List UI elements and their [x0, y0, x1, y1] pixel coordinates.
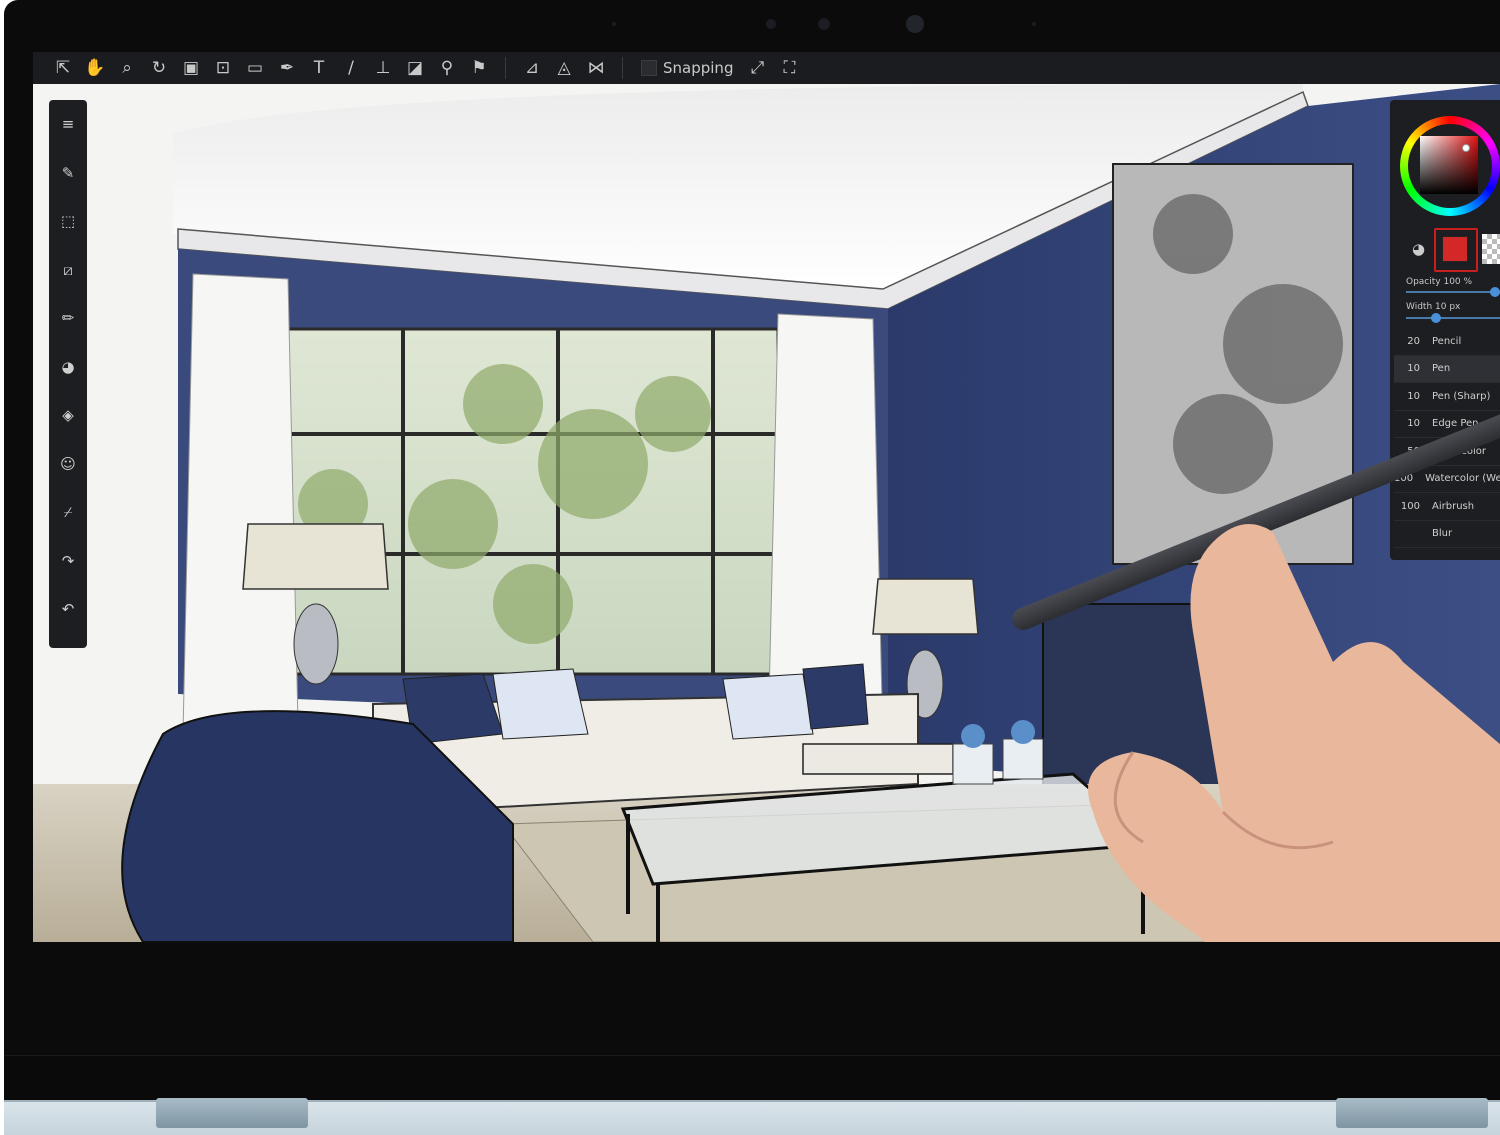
- brush-panel: ◕ Opacity 100 % Width 10 px 20 Pencil 10 Pe…: [1390, 100, 1500, 560]
- brush-size: 100: [1400, 500, 1420, 512]
- brush-name: Pen (Sharp): [1432, 390, 1491, 402]
- snap-mode-icon[interactable]: ⤢: [745, 56, 769, 80]
- opacity-slider-knob[interactable]: [1490, 287, 1500, 297]
- drawing-hand: [1088, 524, 1500, 942]
- pin-tool-icon[interactable]: ⚑: [467, 56, 491, 80]
- brush-icon[interactable]: ✏: [54, 304, 82, 332]
- primary-color-swatch[interactable]: [1442, 236, 1468, 262]
- undo-icon[interactable]: ↶: [54, 595, 82, 623]
- snap-settings-icon[interactable]: ⛶: [777, 56, 801, 80]
- sensor-dot: [818, 18, 830, 30]
- camera-row: [4, 0, 1500, 50]
- brush-name: Pencil: [1432, 335, 1462, 347]
- width-slider[interactable]: [1406, 313, 1500, 323]
- eyedropper-icon[interactable]: ⌿: [54, 498, 82, 526]
- screen: ⇱ ✋ ⌕ ↻ ▣ ⊡ ▭ ✒ T ∕ ⊥ ◪ ⚲ ⚑ ⊿ ◬ ⋈ Snapping ⤢ ⛶: [33, 52, 1500, 942]
- color-picker-knob[interactable]: [1462, 144, 1470, 152]
- guide-tool-icon[interactable]: ◬: [552, 56, 576, 80]
- color-palette-icon[interactable]: ◕: [54, 353, 82, 381]
- opacity-label: Opacity 100 %: [1406, 277, 1473, 287]
- brush-item[interactable]: 10 Pen (Sharp): [1394, 383, 1500, 411]
- brush-item[interactable]: 10 Pen: [1394, 355, 1500, 383]
- brush-name: Pen: [1432, 363, 1451, 375]
- width-label: Width 10 px: [1406, 302, 1461, 312]
- brush-size: 10: [1407, 363, 1420, 375]
- book-stack: [802, 743, 954, 775]
- snapping-checkbox[interactable]: [641, 60, 657, 76]
- edit-icon[interactable]: ✎: [54, 159, 82, 187]
- lamp-shade-right: [872, 578, 979, 635]
- brush-name: Airbrush: [1432, 500, 1475, 512]
- brush-size: 10: [1407, 390, 1420, 402]
- laptop-chin: [4, 1055, 1500, 1103]
- brush-tool-icon[interactable]: ∕: [339, 56, 363, 80]
- hinge-left: [156, 1098, 308, 1128]
- sensor-dot: [1032, 22, 1036, 26]
- snapping-label: Snapping: [663, 59, 734, 77]
- width-slider-knob[interactable]: [1431, 313, 1442, 323]
- transparent-color-swatch[interactable]: [1482, 234, 1500, 264]
- text-tool-icon[interactable]: T: [307, 56, 331, 80]
- selection-icon[interactable]: ⬚: [54, 207, 82, 235]
- webcam-icon: [906, 15, 924, 33]
- brush-size: 20: [1407, 335, 1420, 347]
- ruler-tool-icon[interactable]: ⋈: [584, 56, 608, 80]
- lamp-shade-left: [242, 523, 389, 590]
- fill-tool-icon[interactable]: ⚲: [435, 56, 459, 80]
- select-tool-icon[interactable]: ⇱: [51, 56, 75, 80]
- sensor-dot: [612, 22, 616, 26]
- transform-tool-icon[interactable]: ⊡: [211, 56, 235, 80]
- curtain-left: [182, 273, 299, 735]
- layers-icon[interactable]: ◈: [54, 401, 82, 429]
- left-tool-panel: ≡ ✎ ⬚ ⧄ ✏ ◕ ◈ ☺ ⌿ ↷ ↶: [49, 100, 87, 648]
- saturation-value-picker[interactable]: [1420, 136, 1478, 194]
- toolbar-separator: [505, 57, 506, 79]
- eraser-tool-icon[interactable]: ◪: [403, 56, 427, 80]
- menu-icon[interactable]: ≡: [54, 110, 82, 138]
- transform-icon[interactable]: ⧄: [54, 256, 82, 284]
- primary-color-frame[interactable]: [1434, 228, 1478, 272]
- rectangle-tool-icon[interactable]: ▭: [243, 56, 267, 80]
- toolbar-separator: [622, 57, 623, 79]
- emoji-icon[interactable]: ☺: [54, 450, 82, 478]
- perspective-tool-icon[interactable]: ⊿: [520, 56, 544, 80]
- redo-icon[interactable]: ↷: [54, 547, 82, 575]
- hinge-right: [1336, 1098, 1488, 1128]
- hand-tool-icon[interactable]: ✋: [83, 56, 107, 80]
- rotate-tool-icon[interactable]: ↻: [147, 56, 171, 80]
- brush-name: Watercolor (We: [1425, 473, 1500, 485]
- stamp-tool-icon[interactable]: ⊥: [371, 56, 395, 80]
- sensor-dot: [766, 19, 776, 29]
- pen-tool-icon[interactable]: ✒: [275, 56, 299, 80]
- brush-item[interactable]: 20 Pencil: [1394, 328, 1500, 356]
- brush-size: 10: [1407, 418, 1420, 430]
- lamp-base-left: [293, 603, 339, 685]
- record-tool-icon[interactable]: ▣: [179, 56, 203, 80]
- opacity-slider[interactable]: [1406, 287, 1500, 297]
- zoom-tool-icon[interactable]: ⌕: [115, 56, 139, 80]
- palette-icon[interactable]: ◕: [1412, 240, 1432, 260]
- top-toolbar: ⇱ ✋ ⌕ ↻ ▣ ⊡ ▭ ✒ T ∕ ⊥ ◪ ⚲ ⚑ ⊿ ◬ ⋈ Snapping ⤢ ⛶: [33, 52, 1500, 84]
